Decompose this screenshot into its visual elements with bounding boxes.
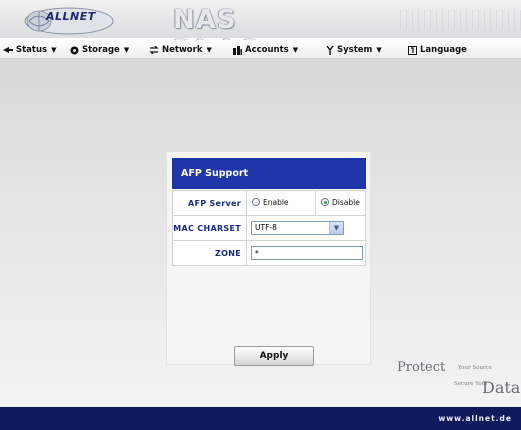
enable-cell: Enable [246,190,316,216]
chevron-down-icon: ▼ [51,46,57,54]
chevron-down-icon: ▼ [123,46,130,54]
menu-language-label: Language [420,45,467,55]
menu-status-label: Status [16,45,48,55]
logo-text: ALLNET [46,10,96,23]
afp-server-row: AFP Server Enable Disable [172,190,366,216]
menu-system[interactable]: System ▼ [326,43,382,57]
header: ALLNET NAS DiskServer [0,0,521,65]
menu-storage-label: Storage [82,45,120,55]
menu-accounts-label: Accounts [245,45,289,55]
afp-server-label: AFP Server [172,190,247,216]
protect-word: Protect [397,360,446,375]
mac-charset-cell: UTF-8 ▼ [246,215,366,241]
system-icon [326,45,334,55]
zone-row: ZONE [172,240,366,266]
status-icon [3,47,13,53]
chevron-down-icon: ▼ [292,46,299,54]
menu-network[interactable]: Network ▼ [149,43,212,57]
zone-label: ZONE [172,240,247,266]
menu-network-label: Network [162,45,203,55]
afp-settings-panel: AFP Support AFP Server Enable Disable MA… [166,151,371,366]
menu-accounts[interactable]: Accounts ▼ [233,43,298,57]
storage-icon [70,46,79,54]
protect-your-data-branding: Protect Your Source Secure Your Data [397,360,521,402]
radio-unchecked-icon [252,198,260,207]
your-source-text: Your Source [458,365,492,371]
chevron-down-icon: ▼ [376,46,382,54]
afp-form: AFP Server Enable Disable MAC CHARSET UT… [172,190,366,266]
panel-title: AFP Support [172,158,366,189]
header-decoration [400,10,521,30]
disable-label: Disable [332,197,360,207]
content-area: AFP Support AFP Server Enable Disable MA… [0,59,521,407]
menu-language[interactable]: Language [408,43,467,57]
network-icon [149,46,159,54]
accounts-icon [233,45,242,55]
main-menu: Status ▼ Storage ▼ Network ▼ Accounts ▼ Syst… [0,40,521,59]
apply-button[interactable]: Apply [234,346,314,366]
chevron-down-icon[interactable]: ▼ [329,222,343,234]
radio-checked-icon [321,198,329,207]
disable-cell: Disable [315,190,366,216]
enable-label: Enable [263,197,289,207]
zone-cell [246,240,366,266]
menu-status[interactable]: Status ▼ [3,43,57,57]
mac-charset-value: UTF-8 [255,223,277,232]
language-icon [408,45,417,55]
menu-system-label: System [337,45,373,55]
footer-url[interactable]: www.allnet.de [438,414,512,423]
footer: www.allnet.de [0,407,521,430]
mac-charset-select[interactable]: UTF-8 ▼ [251,221,344,235]
zone-input[interactable] [251,246,363,260]
mac-charset-row: MAC CHARSET UTF-8 ▼ [172,215,366,241]
menu-storage[interactable]: Storage ▼ [70,43,129,57]
disable-radio[interactable]: Disable [321,198,360,207]
mac-charset-label: MAC CHARSET [172,215,247,241]
chevron-down-icon: ▼ [206,46,212,54]
data-word: Data [482,378,521,397]
enable-radio[interactable]: Enable [252,198,289,207]
